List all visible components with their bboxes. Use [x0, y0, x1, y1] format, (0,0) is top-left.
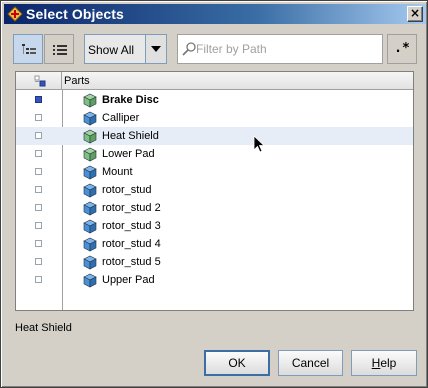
regex-toggle-button[interactable]: .*	[387, 34, 417, 64]
select-all-icon	[34, 75, 46, 87]
table-header: Parts	[16, 72, 413, 90]
close-button[interactable]: ×	[407, 6, 423, 22]
part-icon-blue	[83, 255, 97, 270]
table-row[interactable]: Upper Pad	[16, 271, 413, 289]
row-checkbox[interactable]	[35, 132, 42, 139]
part-label: rotor_stud	[102, 184, 152, 196]
ok-button[interactable]: OK	[204, 350, 270, 376]
part-label: Heat Shield	[102, 130, 159, 142]
list-view-icon	[53, 45, 67, 55]
table-row[interactable]: rotor_stud 4	[16, 235, 413, 253]
select-all-column-header[interactable]	[16, 72, 62, 90]
part-icon-blue	[83, 111, 97, 126]
part-label: rotor_stud 3	[102, 220, 161, 232]
table-row[interactable]: rotor_stud 2	[16, 199, 413, 217]
part-label: rotor_stud 4	[102, 238, 161, 250]
row-checkbox[interactable]	[35, 96, 42, 103]
title-bar[interactable]: Select Objects ×	[4, 4, 426, 24]
parts-column-header[interactable]: Parts	[64, 75, 90, 87]
row-checkbox[interactable]	[35, 168, 42, 175]
row-checkbox[interactable]	[35, 240, 42, 247]
select-objects-dialog: Select Objects × Show All Filter by Path…	[0, 0, 428, 388]
toolbar: Show All .*	[13, 34, 417, 64]
table-row[interactable]: Calliper	[16, 109, 413, 127]
table-row[interactable]: Brake Disc	[16, 91, 413, 109]
part-label: Calliper	[102, 112, 140, 124]
row-checkbox[interactable]	[35, 204, 42, 211]
part-label: Brake Disc	[102, 94, 159, 106]
list-view-button[interactable]	[44, 34, 74, 64]
filter-mode-select[interactable]: Show All	[84, 34, 167, 64]
part-icon-blue	[83, 165, 97, 180]
row-checkbox[interactable]	[35, 186, 42, 193]
part-label: Lower Pad	[102, 148, 155, 160]
table-row[interactable]: Heat Shield	[16, 127, 413, 145]
part-icon-blue	[83, 219, 97, 234]
row-checkbox[interactable]	[35, 150, 42, 157]
filter-input[interactable]	[196, 41, 376, 57]
row-checkbox[interactable]	[35, 276, 42, 283]
part-icon-blue	[83, 273, 97, 288]
cancel-button[interactable]: Cancel	[278, 350, 343, 376]
row-checkbox[interactable]	[35, 258, 42, 265]
search-icon	[182, 42, 196, 56]
part-icon-blue	[83, 183, 97, 198]
part-icon-blue	[83, 237, 97, 252]
tree-view-icon	[22, 44, 36, 54]
filter-mode-value: Show All	[88, 43, 135, 57]
status-text: Heat Shield	[15, 322, 72, 334]
table-row[interactable]: rotor_stud 3	[16, 217, 413, 235]
part-label: Mount	[102, 166, 133, 178]
part-label: Upper Pad	[102, 274, 155, 286]
table-row[interactable]: Mount	[16, 163, 413, 181]
chevron-down-icon[interactable]	[145, 35, 166, 63]
part-icon-green	[83, 147, 97, 162]
row-checkbox[interactable]	[35, 114, 42, 121]
table-row[interactable]: Lower Pad	[16, 145, 413, 163]
parts-list: Brake Disc Calliper Heat Shield Lower Pad Mo…	[16, 91, 413, 289]
app-logo-icon	[7, 6, 23, 22]
row-checkbox[interactable]	[35, 222, 42, 229]
table-row[interactable]: rotor_stud 5	[16, 253, 413, 271]
part-icon-green	[83, 129, 97, 144]
help-label-rest: elp	[380, 356, 397, 370]
part-label: rotor_stud 2	[102, 202, 161, 214]
mouse-cursor-icon	[253, 135, 265, 153]
part-icon-blue	[83, 201, 97, 216]
tree-view-button[interactable]	[13, 34, 43, 64]
part-icon-green	[83, 93, 97, 108]
window-title: Select Objects	[26, 6, 124, 22]
help-button[interactable]: Help	[351, 350, 417, 376]
filter-field[interactable]	[177, 34, 383, 64]
parts-table: Parts Brake Disc Calliper Heat Shield Lower…	[15, 71, 414, 311]
table-row[interactable]: rotor_stud	[16, 181, 413, 199]
part-label: rotor_stud 5	[102, 256, 161, 268]
